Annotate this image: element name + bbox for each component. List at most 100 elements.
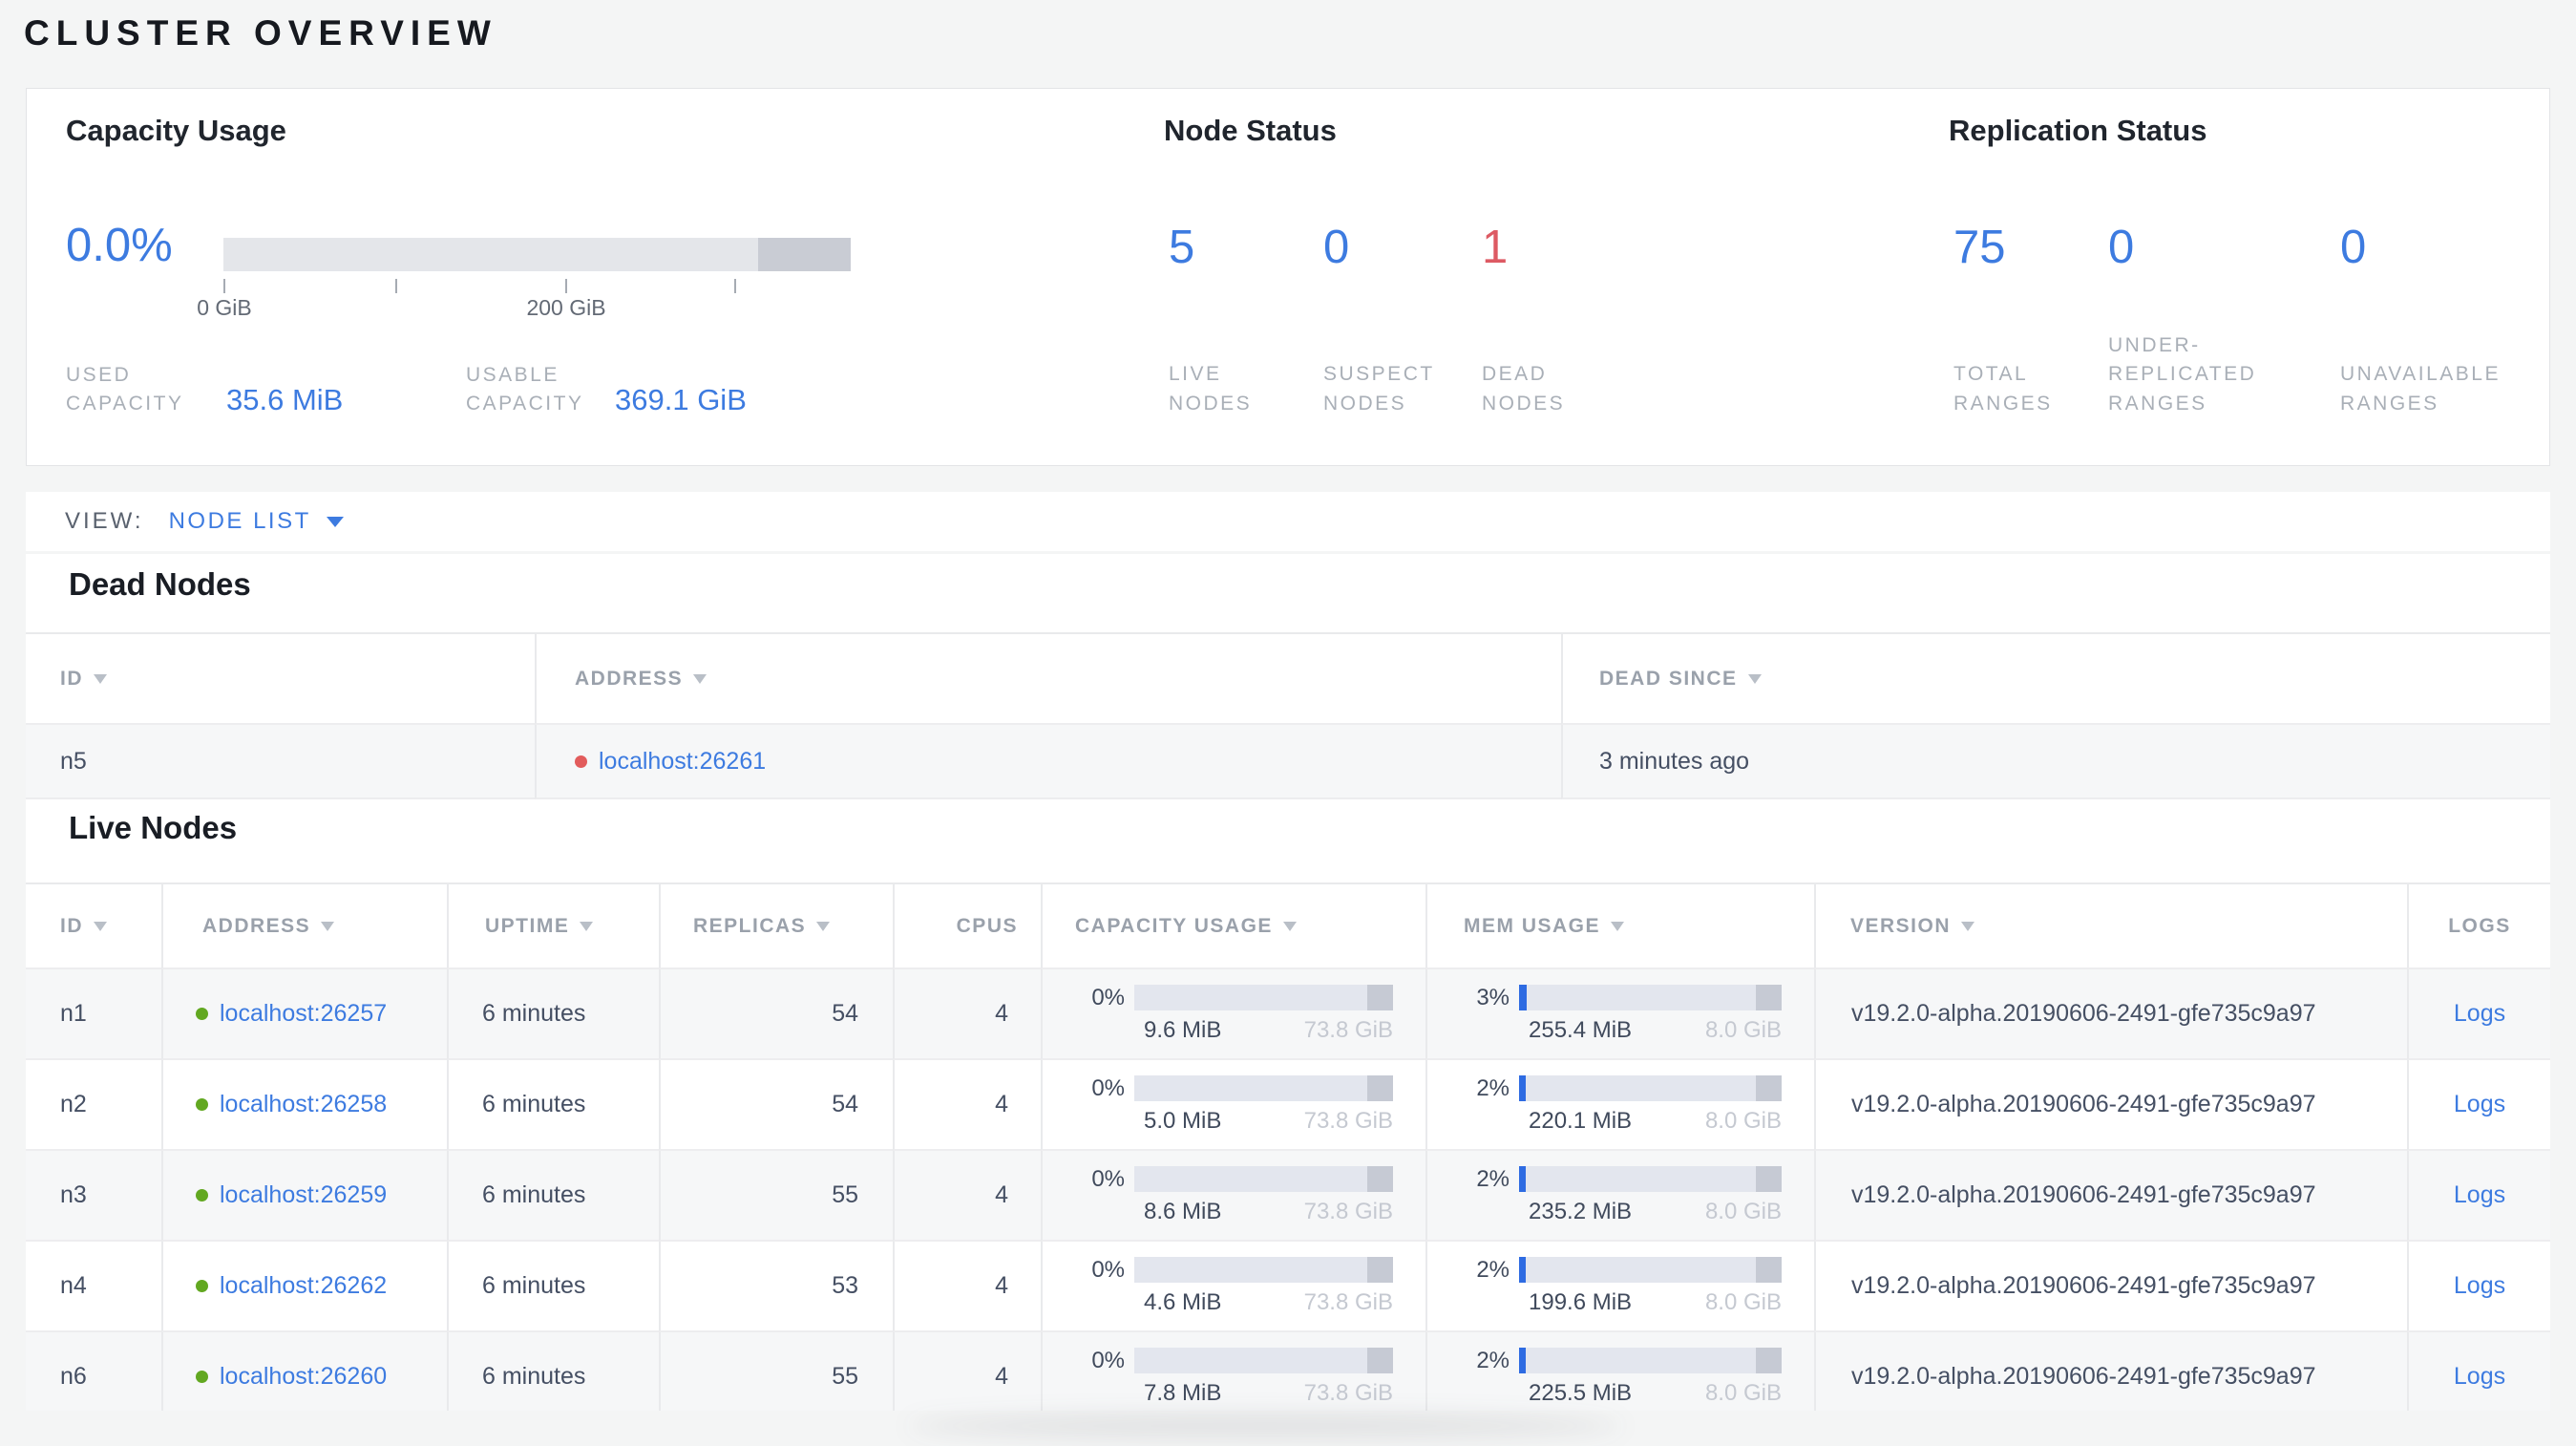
- capacity-minibar-reserved: [1366, 985, 1393, 1010]
- live-col-version[interactable]: VERSION: [1814, 882, 2407, 969]
- dead-node-address-cell: localhost:26261: [535, 725, 1561, 799]
- node-mem-usage-cell: 2% 199.6 MiB 8.0 GiB: [1425, 1242, 1814, 1332]
- used-capacity-value: 35.6 MiB: [226, 382, 344, 416]
- mem-pct: 2%: [1476, 1074, 1510, 1101]
- mem-minibar: [1519, 985, 1782, 1010]
- logs-link[interactable]: Logs: [2454, 1000, 2505, 1028]
- live-col-address[interactable]: ADDRESS: [161, 882, 447, 969]
- logs-link[interactable]: Logs: [2454, 1181, 2505, 1209]
- node-uptime: 6 minutes: [447, 969, 659, 1060]
- node-replicas: 54: [659, 1060, 893, 1151]
- under-replicated-stat: 0 UNDER-REPLICATED RANGES: [2108, 221, 2313, 418]
- view-selected-option[interactable]: NODE LIST: [169, 508, 311, 535]
- live-col-logs: LOGS: [2407, 882, 2550, 969]
- capacity-minibar: [1134, 1166, 1393, 1192]
- mem-minibar-fill: [1519, 1348, 1526, 1373]
- live-col-mem-usage[interactable]: MEM USAGE: [1425, 882, 1814, 969]
- node-version: v19.2.0-alpha.20190606-2491-gfe735c9a97: [1814, 1151, 2407, 1242]
- node-uptime: 6 minutes: [447, 1151, 659, 1242]
- node-address-cell: localhost:26258: [161, 1060, 447, 1151]
- mem-minibar: [1519, 1348, 1782, 1373]
- page-title: CLUSTER OVERVIEW: [24, 13, 497, 53]
- summary-card: Capacity Usage 0.0% 0 GiB 200 GiB USED C…: [26, 88, 2550, 466]
- dead-col-dead-since[interactable]: DEAD SINCE: [1561, 632, 2550, 725]
- live-col-uptime[interactable]: UPTIME: [447, 882, 659, 969]
- capacity-used: 5.0 MiB: [1144, 1107, 1222, 1134]
- mem-minibar-reserved: [1755, 985, 1782, 1010]
- node-replicas: 54: [659, 969, 893, 1060]
- total-ranges-label: TOTAL RANGES: [1953, 363, 2053, 415]
- sort-icon: [693, 673, 707, 684]
- table-row-live-n1: n1 localhost:26257 6 minutes 54 4 0% 9.6…: [26, 969, 2550, 1060]
- node-logs-cell: Logs: [2407, 1332, 2550, 1411]
- live-col-id[interactable]: ID: [26, 882, 161, 969]
- live-status-dot-icon: [196, 1098, 208, 1111]
- capacity-minibar: [1134, 985, 1393, 1010]
- capacity-minibar: [1134, 1348, 1393, 1373]
- capacity-total: 73.8 GiB: [1303, 1016, 1393, 1043]
- node-replicas: 55: [659, 1332, 893, 1411]
- capacity-minibar-reserved: [1366, 1348, 1393, 1373]
- node-address-link[interactable]: localhost:26258: [220, 1091, 387, 1118]
- node-version: v19.2.0-alpha.20190606-2491-gfe735c9a97: [1814, 1060, 2407, 1151]
- mem-used: 199.6 MiB: [1529, 1288, 1633, 1315]
- view-label: VIEW:: [65, 508, 144, 534]
- sort-icon: [1961, 921, 1975, 931]
- used-capacity-label: USED CAPACITY: [66, 364, 184, 415]
- node-id: n3: [26, 1151, 161, 1242]
- live-status-dot-icon: [196, 1371, 208, 1383]
- node-cpus: 4: [893, 1242, 1041, 1332]
- capacity-pct: 0%: [1091, 1256, 1125, 1283]
- view-selector-dropdown[interactable]: NODE LIST: [169, 508, 344, 535]
- under-replicated-count: 0: [2108, 222, 2135, 273]
- dead-nodes-stat: 1 DEAD NODES: [1482, 221, 1625, 418]
- table-row-live-n4: n4 localhost:26262 6 minutes 53 4 0% 4.6…: [26, 1242, 2550, 1332]
- mem-pct: 2%: [1476, 1165, 1510, 1192]
- logs-link[interactable]: Logs: [2454, 1091, 2505, 1118]
- capacity-pct: 0%: [1091, 1165, 1125, 1192]
- node-address-link[interactable]: localhost:26257: [220, 1000, 387, 1028]
- node-replicas: 53: [659, 1242, 893, 1332]
- sort-icon: [321, 921, 335, 931]
- logs-link[interactable]: Logs: [2454, 1363, 2505, 1391]
- node-address-link[interactable]: localhost:26260: [220, 1363, 387, 1391]
- node-address-link[interactable]: localhost:26262: [220, 1272, 387, 1300]
- view-bar: VIEW: NODE LIST: [26, 492, 2550, 551]
- node-logs-cell: Logs: [2407, 1151, 2550, 1242]
- mem-minibar-reserved: [1755, 1166, 1782, 1192]
- axis-label-0: 0 GiB: [197, 295, 252, 320]
- capacity-pct: 0%: [1091, 984, 1125, 1010]
- capacity-minibar-reserved: [1366, 1257, 1393, 1283]
- node-cpus: 4: [893, 1151, 1041, 1242]
- table-row-live-n2: n2 localhost:26258 6 minutes 54 4 0% 5.0…: [26, 1060, 2550, 1151]
- table-row-dead-n5: n5 localhost:26261 3 minutes ago: [26, 725, 2550, 799]
- capacity-bar-reserved: [757, 238, 851, 271]
- dead-node-id: n5: [26, 725, 535, 799]
- mem-minibar-fill: [1519, 985, 1528, 1010]
- sort-icon: [580, 921, 594, 931]
- capacity-total: 73.8 GiB: [1303, 1379, 1393, 1406]
- live-nodes-count: 5: [1169, 222, 1195, 273]
- node-address-cell: localhost:26257: [161, 969, 447, 1060]
- dead-col-address[interactable]: ADDRESS: [535, 632, 1561, 725]
- node-address-link[interactable]: localhost:26259: [220, 1181, 387, 1209]
- dead-col-id[interactable]: ID: [26, 632, 535, 725]
- capacity-total: 73.8 GiB: [1303, 1107, 1393, 1134]
- mem-minibar: [1519, 1075, 1782, 1101]
- suspect-nodes-stat: 0 SUSPECT NODES: [1323, 221, 1467, 418]
- logs-link[interactable]: Logs: [2454, 1272, 2505, 1300]
- mem-total: 8.0 GiB: [1704, 1016, 1782, 1043]
- live-status-dot-icon: [196, 1008, 208, 1020]
- mem-minibar: [1519, 1257, 1782, 1283]
- node-capacity-usage-cell: 0% 5.0 MiB 73.8 GiB: [1041, 1060, 1425, 1151]
- dead-nodes-label: DEAD NODES: [1482, 363, 1566, 415]
- dead-node-address-link[interactable]: localhost:26261: [599, 748, 766, 776]
- node-logs-cell: Logs: [2407, 969, 2550, 1060]
- capacity-bar: [223, 238, 851, 271]
- live-col-capacity-usage[interactable]: CAPACITY USAGE: [1041, 882, 1425, 969]
- mem-pct: 2%: [1476, 1256, 1510, 1283]
- mem-used: 220.1 MiB: [1529, 1107, 1633, 1134]
- table-row-live-n6: n6 localhost:26260 6 minutes 55 4 0% 7.8…: [26, 1332, 2550, 1411]
- node-mem-usage-cell: 3% 255.4 MiB 8.0 GiB: [1425, 969, 1814, 1060]
- live-col-replicas[interactable]: REPLICAS: [659, 882, 893, 969]
